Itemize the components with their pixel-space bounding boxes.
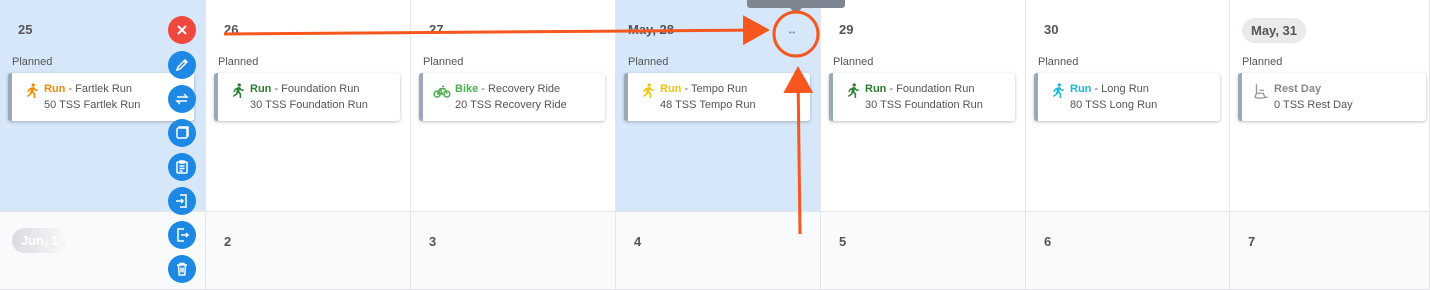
annotation-arrow-right (223, 15, 770, 46)
annotation-highlight-circle (772, 10, 820, 58)
annotation-arrow-up (783, 66, 814, 235)
annotation-overlay (223, 10, 820, 235)
